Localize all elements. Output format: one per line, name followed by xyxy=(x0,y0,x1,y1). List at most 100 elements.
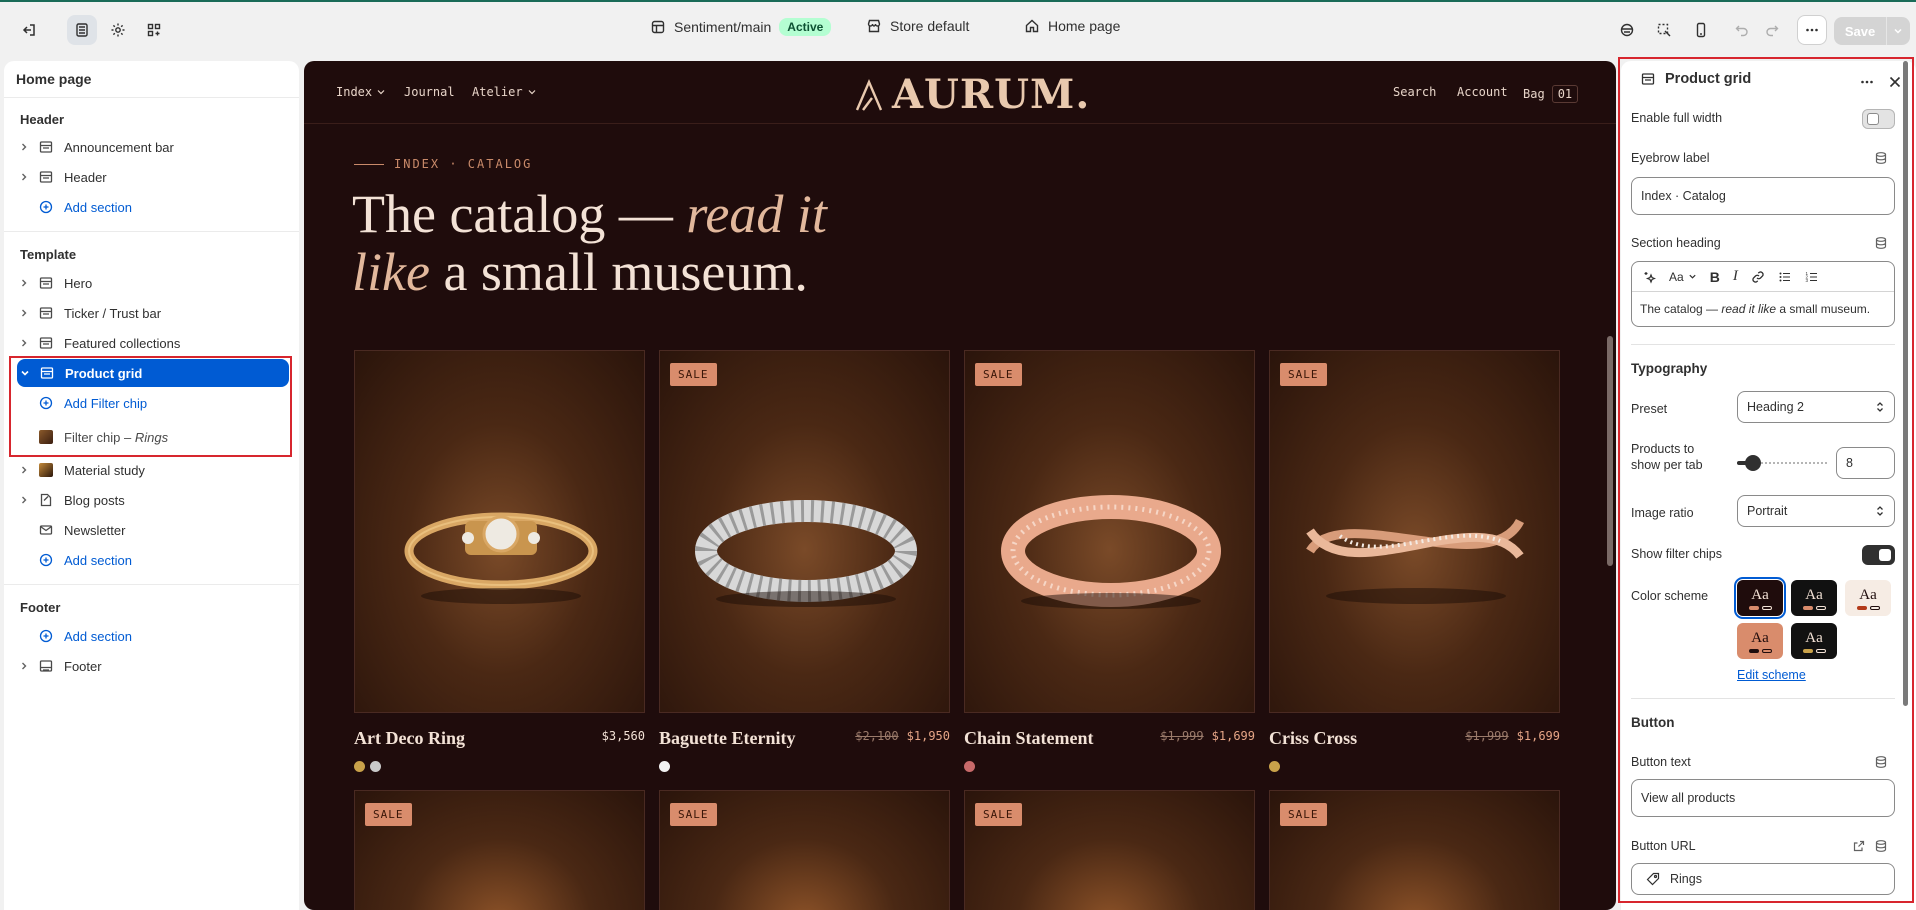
section-heading: The catalog — read it like a small museum… xyxy=(352,184,827,302)
section-header[interactable]: Header xyxy=(16,163,291,191)
editor-topbar: Sentiment/main Active Store default Home… xyxy=(0,0,1916,57)
nav-bag[interactable]: Bag 01 xyxy=(1523,85,1579,103)
sale-badge: SALE xyxy=(1280,803,1327,826)
sale-badge: SALE xyxy=(670,803,717,826)
theme-name: Sentiment/main xyxy=(674,19,772,35)
sections-icon[interactable] xyxy=(67,15,97,45)
section-label: Blog posts xyxy=(64,492,125,508)
product-image xyxy=(1270,351,1559,712)
nav-journal[interactable]: Journal xyxy=(404,85,455,99)
chevron-right-icon[interactable] xyxy=(16,172,32,182)
section-blog-posts[interactable]: Blog posts xyxy=(16,486,291,514)
theme-status-badge: Active xyxy=(779,18,832,36)
section-material-study[interactable]: Material study xyxy=(16,456,291,484)
product-card[interactable]: SALE xyxy=(964,350,1255,713)
header-group-label: Header xyxy=(20,112,65,127)
add-section-footer[interactable]: Add section xyxy=(16,622,291,650)
nav-atelier[interactable]: Atelier xyxy=(472,85,537,99)
section-ticker[interactable]: Ticker / Trust bar xyxy=(16,299,291,327)
chevron-right-icon[interactable] xyxy=(16,308,32,318)
section-label: Header xyxy=(64,169,107,185)
theme-selector[interactable]: Sentiment/main Active xyxy=(650,18,832,36)
product-image xyxy=(965,351,1254,712)
nav-account[interactable]: Account xyxy=(1457,85,1508,99)
section-label: Material study xyxy=(64,462,145,478)
add-section-label: Add section xyxy=(64,628,132,644)
mobile-icon[interactable] xyxy=(1686,15,1716,45)
more-icon[interactable] xyxy=(1797,15,1827,45)
store-icon xyxy=(866,18,882,34)
product-card[interactable]: SALE xyxy=(1269,790,1560,910)
add-section-header[interactable]: Add section xyxy=(16,193,291,221)
inspector-icon[interactable] xyxy=(1649,15,1679,45)
sections-panel: Home page Header Announcement bar Header… xyxy=(4,61,299,910)
undo-icon[interactable] xyxy=(1727,15,1757,45)
product-card[interactable]: SALE xyxy=(354,790,645,910)
color-swatch[interactable] xyxy=(964,761,975,772)
email-icon xyxy=(34,523,58,537)
logo-mark-icon xyxy=(855,78,883,111)
home-icon xyxy=(1024,18,1040,34)
color-swatch[interactable] xyxy=(370,761,381,772)
sale-badge: SALE xyxy=(1280,363,1327,386)
store-name: Store default xyxy=(890,18,970,34)
plus-circle-icon xyxy=(34,629,58,643)
product-name[interactable]: Baguette Eternity xyxy=(659,728,795,749)
preview-scrollbar[interactable] xyxy=(1607,336,1613,566)
section-icon xyxy=(34,659,58,673)
store-logo[interactable]: AURUM. xyxy=(854,71,1090,118)
product-name[interactable]: Criss Cross xyxy=(1269,728,1357,749)
apps-icon[interactable] xyxy=(139,15,169,45)
theme-icon xyxy=(650,19,666,35)
section-hero[interactable]: Hero xyxy=(16,269,291,297)
product-card[interactable]: SALE xyxy=(1269,350,1560,713)
product-price: $1,999 $1,699 xyxy=(1465,729,1560,743)
blog-icon xyxy=(34,493,58,507)
section-announcement-bar[interactable]: Announcement bar xyxy=(16,133,291,161)
nav-search[interactable]: Search xyxy=(1393,85,1436,99)
page-selector[interactable]: Home page xyxy=(1024,18,1120,34)
chevron-down-icon xyxy=(528,90,536,95)
save-menu-chevron-icon[interactable] xyxy=(1887,26,1909,36)
highlight-box-left xyxy=(9,356,292,457)
section-label: Newsletter xyxy=(64,522,126,538)
color-swatch[interactable] xyxy=(1269,761,1280,772)
chevron-right-icon[interactable] xyxy=(16,661,32,671)
product-card[interactable] xyxy=(354,350,645,713)
section-label: Footer xyxy=(64,658,102,674)
section-icon xyxy=(34,306,58,320)
exit-icon[interactable] xyxy=(14,15,44,45)
chevron-right-icon[interactable] xyxy=(16,338,32,348)
add-section-template[interactable]: Add section xyxy=(16,546,291,574)
product-card[interactable]: SALE xyxy=(659,350,950,713)
section-icon xyxy=(34,276,58,290)
section-newsletter[interactable]: Newsletter xyxy=(16,516,291,544)
section-footer[interactable]: Footer xyxy=(16,652,291,680)
add-section-label: Add section xyxy=(64,552,132,568)
chevron-right-icon[interactable] xyxy=(16,278,32,288)
store-selector[interactable]: Store default xyxy=(866,18,969,34)
product-name[interactable]: Art Deco Ring xyxy=(354,728,465,749)
chevron-right-icon[interactable] xyxy=(16,142,32,152)
product-card[interactable]: SALE xyxy=(964,790,1255,910)
color-swatch[interactable] xyxy=(659,761,670,772)
chevron-right-icon[interactable] xyxy=(16,465,32,475)
product-card[interactable]: SALE xyxy=(659,790,950,910)
chevron-down-icon xyxy=(377,90,385,95)
save-label: Save xyxy=(1844,23,1876,39)
color-swatch[interactable] xyxy=(354,761,365,772)
product-price: $2,100 $1,950 xyxy=(855,729,950,743)
chevron-right-icon[interactable] xyxy=(16,495,32,505)
storefront-preview: Index Journal Atelier AURUM. Search Acco… xyxy=(304,61,1616,910)
redo-icon[interactable] xyxy=(1757,15,1787,45)
preview-icon[interactable] xyxy=(1612,15,1642,45)
nav-index[interactable]: Index xyxy=(336,85,386,99)
section-featured-collections[interactable]: Featured collections xyxy=(16,329,291,357)
save-button[interactable]: Save xyxy=(1834,17,1910,45)
footer-group-label: Footer xyxy=(20,600,61,615)
product-name[interactable]: Chain Statement xyxy=(964,728,1094,749)
section-icon xyxy=(34,140,58,154)
section-label: Hero xyxy=(64,275,93,291)
settings-icon[interactable] xyxy=(103,15,133,45)
section-icon xyxy=(34,336,58,350)
